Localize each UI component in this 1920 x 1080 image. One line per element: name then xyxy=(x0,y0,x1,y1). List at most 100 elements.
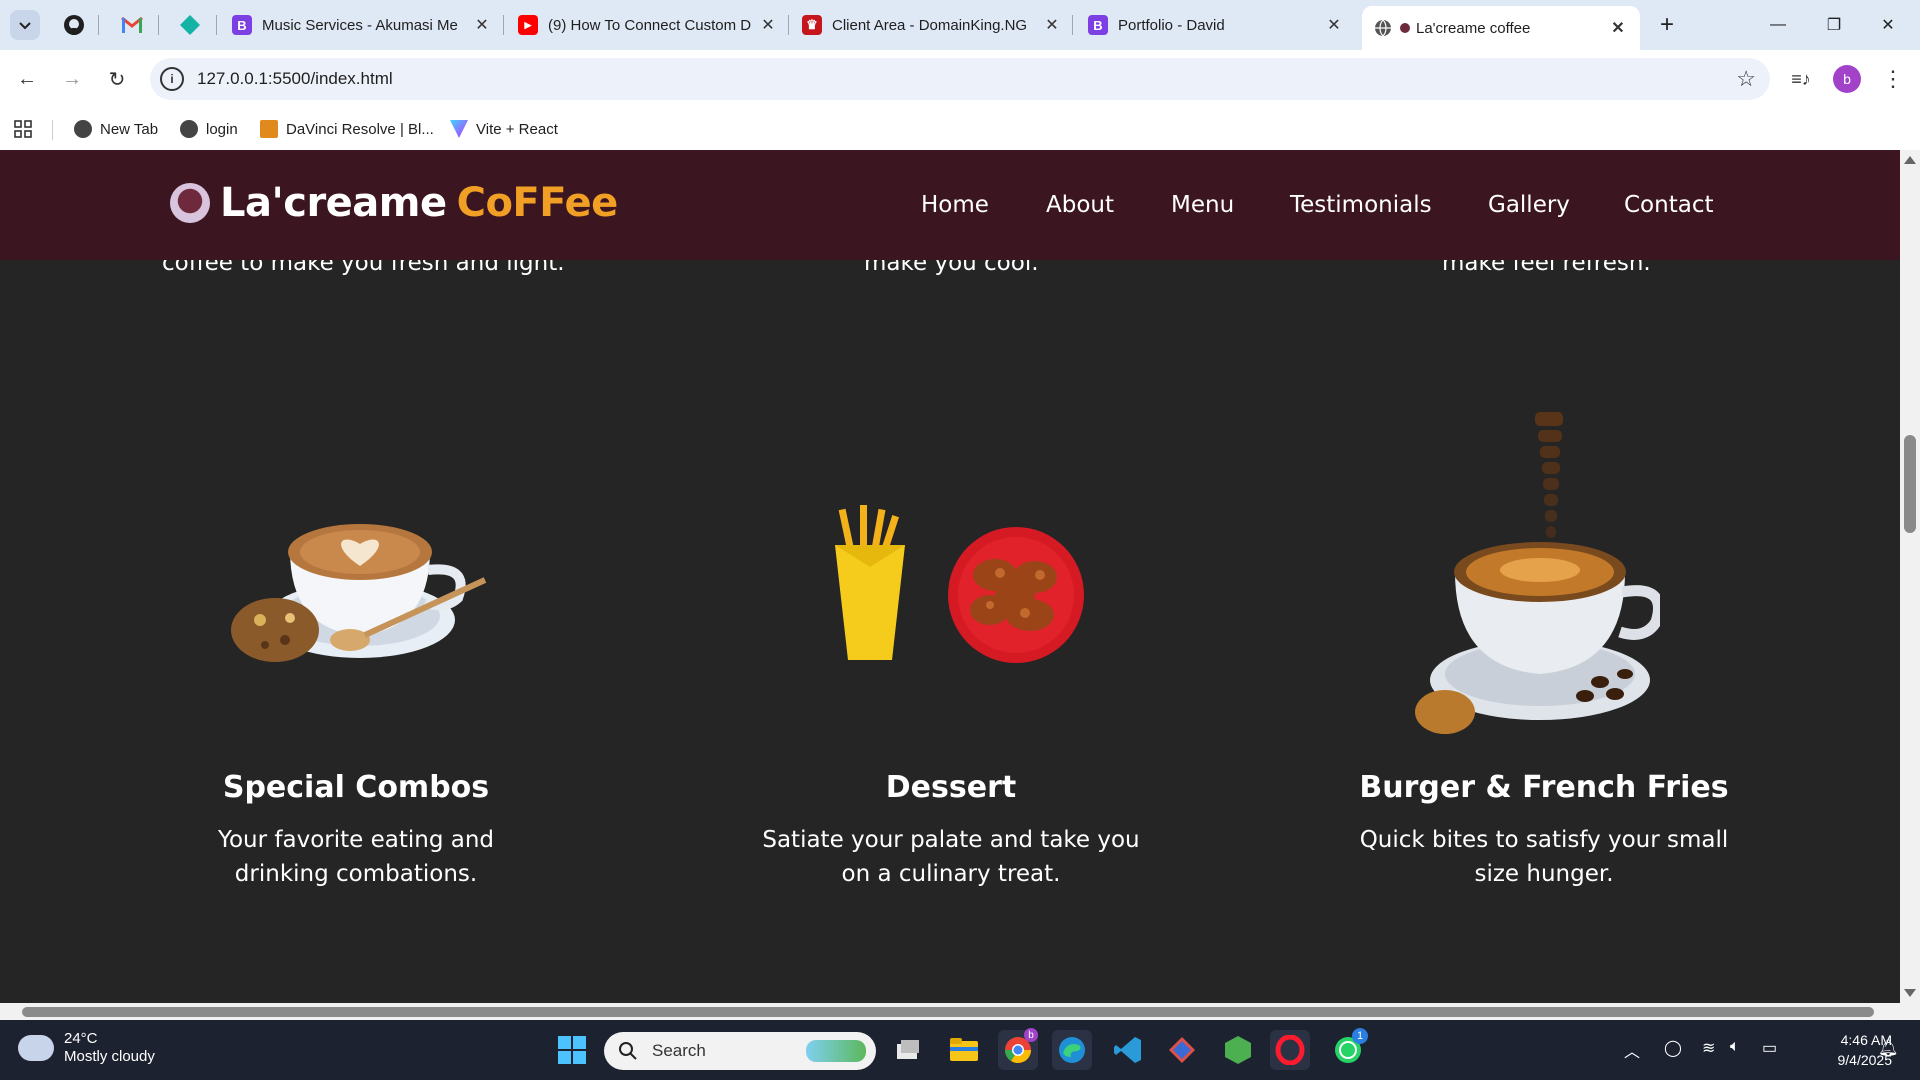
search-placeholder: Search xyxy=(652,1041,706,1060)
url-text[interactable]: 127.0.0.1:5500/index.html xyxy=(197,69,393,89)
close-icon[interactable]: ✕ xyxy=(758,15,778,35)
coffee-cup-image xyxy=(1415,412,1660,734)
reload-button[interactable]: ↻ xyxy=(102,64,132,94)
notification-bell-icon[interactable]: 🔔︎ xyxy=(1878,1038,1898,1058)
taskbar-search[interactable]: Search xyxy=(604,1032,876,1070)
bookmark-star-icon[interactable]: ☆ xyxy=(1736,66,1756,92)
card-description: Your favorite eating and drinking combat… xyxy=(217,827,495,887)
nav-testimonials[interactable]: Testimonials xyxy=(1290,192,1432,218)
card-title: Special Combos xyxy=(222,770,490,805)
profile-button[interactable]: b xyxy=(1832,64,1862,94)
bookmark-label: DaVinci Resolve | Bl... xyxy=(286,120,434,138)
menu-card-special-combos: Special Combos Your favorite eating and … xyxy=(146,770,566,891)
battery-icon[interactable]: ▭ xyxy=(1762,1038,1777,1058)
sync-icon[interactable]: ◯ xyxy=(1664,1038,1682,1058)
close-window-button[interactable]: ✕ xyxy=(1868,8,1908,42)
temperature: 24°C xyxy=(64,1030,98,1047)
bookmark-label: New Tab xyxy=(100,120,159,138)
pinned-tab-github[interactable] xyxy=(58,9,90,41)
nav-gallery[interactable]: Gallery xyxy=(1488,192,1570,218)
bookmark-new-tab[interactable]: New Tab xyxy=(74,118,158,140)
site-header: La'creame CoFFee Home About Menu Testimo… xyxy=(0,150,1900,260)
site-info-icon[interactable]: i xyxy=(160,67,184,91)
close-icon[interactable]: ✕ xyxy=(1324,15,1344,35)
nodejs-icon[interactable] xyxy=(1218,1030,1258,1070)
scrollbar-thumb[interactable] xyxy=(22,1007,1874,1017)
close-icon[interactable]: ✕ xyxy=(1608,18,1628,38)
globe-icon xyxy=(74,120,92,138)
scroll-up-arrow[interactable] xyxy=(1904,156,1916,164)
restore-button[interactable]: ❐ xyxy=(1814,8,1854,42)
vscode-icon[interactable] xyxy=(1108,1030,1148,1070)
github-icon xyxy=(64,15,84,35)
chevron-down-icon xyxy=(19,22,31,30)
address-bar[interactable]: i 127.0.0.1:5500/index.html ☆ xyxy=(150,58,1770,100)
menu-card-dessert: Dessert Satiate your palate and take you… xyxy=(741,770,1161,891)
logo-text: La'creame xyxy=(220,180,447,226)
horizontal-scrollbar[interactable] xyxy=(0,1003,1900,1020)
tab-favicon-icon: B xyxy=(232,15,252,35)
scroll-down-arrow[interactable] xyxy=(1904,989,1916,997)
whatsapp-icon[interactable]: 1 xyxy=(1328,1028,1368,1070)
coffee-cup-icon xyxy=(170,183,210,223)
opera-icon[interactable] xyxy=(1270,1030,1310,1070)
card-title: Dessert xyxy=(885,770,1017,805)
bookmarks-bar: New Tab login DaVinci Resolve | Bl... Vi… xyxy=(0,108,1920,150)
bookmark-label: login xyxy=(206,120,238,138)
search-icon xyxy=(619,1042,637,1060)
vertical-scrollbar[interactable] xyxy=(1900,150,1920,1003)
chrome-taskbar-icon[interactable]: b xyxy=(998,1028,1038,1070)
task-view-icon[interactable] xyxy=(888,1030,928,1070)
forward-button[interactable]: → xyxy=(57,64,87,94)
browser-tab[interactable]: B Portfolio - David ✕ xyxy=(1088,8,1344,42)
tab-title: La'creame coffee xyxy=(1416,19,1531,37)
globe-icon xyxy=(180,120,198,138)
latte-combo-image xyxy=(231,524,487,662)
close-icon[interactable]: ✕ xyxy=(1042,15,1062,35)
notification-badge: 1 xyxy=(1352,1028,1368,1044)
pinned-tab-gmail[interactable] xyxy=(116,9,148,41)
avatar: b xyxy=(1833,65,1861,93)
close-icon[interactable]: ✕ xyxy=(472,15,492,35)
media-control-icon[interactable]: ≡♪ xyxy=(1786,64,1816,94)
tab-search-button[interactable] xyxy=(10,10,40,40)
wifi-icon[interactable]: ≋ xyxy=(1702,1038,1715,1058)
pinned-tab-diamond[interactable] xyxy=(174,9,206,41)
scrollbar-thumb[interactable] xyxy=(1904,435,1916,533)
search-highlight-icon xyxy=(806,1040,866,1062)
nav-contact[interactable]: Contact xyxy=(1624,192,1713,218)
git-tool-icon[interactable] xyxy=(1162,1030,1202,1070)
bookmark-login[interactable]: login xyxy=(180,118,238,140)
show-hidden-icons-chevron-icon[interactable]: ︿ xyxy=(1624,1038,1640,1062)
browser-tab[interactable]: ▶ (9) How To Connect Custom D ✕ xyxy=(518,8,778,42)
menu-kebab-icon[interactable]: ⋮ xyxy=(1878,64,1908,94)
apps-grid-icon[interactable] xyxy=(14,118,32,140)
nav-home[interactable]: Home xyxy=(921,192,989,218)
bookmark-davinci[interactable]: DaVinci Resolve | Bl... xyxy=(260,118,434,140)
page-viewport: coffee to make you fresh and light. make… xyxy=(0,150,1900,1003)
bookmark-vite[interactable]: Vite + React xyxy=(450,118,558,140)
edge-icon[interactable] xyxy=(1052,1030,1092,1070)
gmail-icon xyxy=(121,16,143,33)
weather-widget[interactable]: 24°C Mostly cloudy xyxy=(14,1029,155,1066)
card-description: Quick bites to satisfy your small size h… xyxy=(1359,827,1729,887)
start-button[interactable] xyxy=(552,1030,592,1070)
nav-about[interactable]: About xyxy=(1046,192,1114,218)
menu-card-burger-fries: Burger & French Fries Quick bites to sat… xyxy=(1334,770,1754,891)
site-favicon-icon xyxy=(1400,23,1410,33)
volume-icon[interactable]: 🔈︎ xyxy=(1730,1038,1740,1056)
tab-title: Client Area - DomainKing.NG xyxy=(832,16,1028,34)
browser-tab-active[interactable]: La'creame coffee ✕ xyxy=(1362,6,1640,50)
tab-title: (9) How To Connect Custom D xyxy=(548,16,752,34)
browser-tab[interactable]: ♛ Client Area - DomainKing.NG ✕ xyxy=(802,8,1062,42)
windows-icon xyxy=(558,1036,586,1064)
cloud-icon xyxy=(14,1029,54,1061)
new-tab-button[interactable]: + xyxy=(1652,10,1682,40)
weather-condition: Mostly cloudy xyxy=(64,1048,155,1065)
browser-tab[interactable]: B Music Services - Akumasi Me ✕ xyxy=(232,8,492,42)
minimize-button[interactable]: — xyxy=(1758,8,1798,42)
back-button[interactable]: ← xyxy=(12,64,42,94)
nav-menu[interactable]: Menu xyxy=(1171,192,1234,218)
file-explorer-icon[interactable] xyxy=(944,1030,984,1070)
site-logo[interactable]: La'creame CoFFee xyxy=(170,180,618,226)
